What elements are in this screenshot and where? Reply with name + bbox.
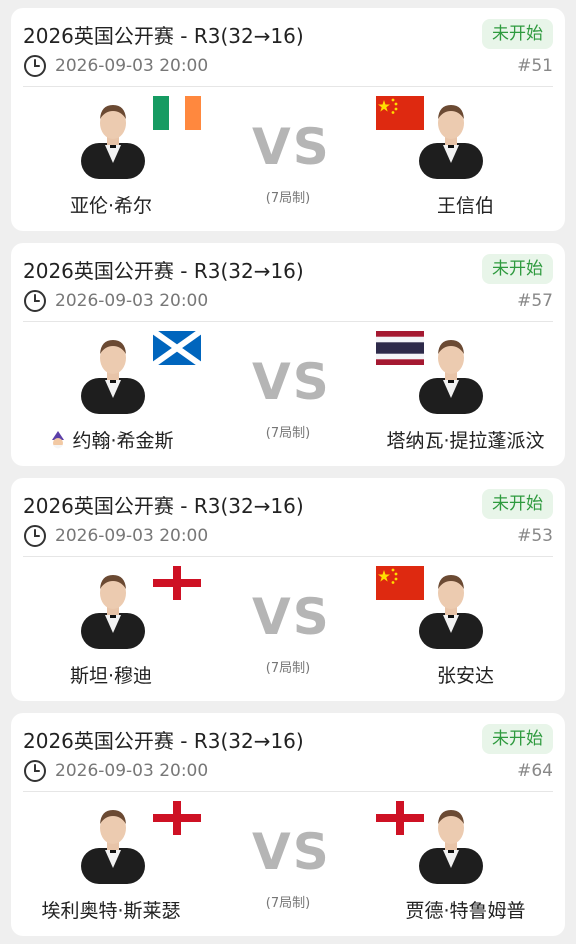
right-player-name[interactable]: 王信伯 xyxy=(366,191,565,218)
match-time: 2026-09-03 20:00 xyxy=(55,291,209,311)
match-card[interactable]: 2026英国公开赛 - R3(32→16) 未开始 2026-09-03 20:… xyxy=(11,713,565,936)
status-badge: 未开始 xyxy=(482,724,553,754)
vs-label: VS xyxy=(252,588,331,646)
right-player-photo[interactable] xyxy=(411,798,491,884)
left-player-name[interactable]: 约翰·希金斯 xyxy=(11,426,211,453)
match-title: 2026英国公开赛 - R3(32→16) xyxy=(23,494,304,518)
status-badge: 未开始 xyxy=(482,489,553,519)
status-badge: 未开始 xyxy=(482,254,553,284)
divider xyxy=(23,86,553,87)
match-title: 2026英国公开赛 - R3(32→16) xyxy=(23,259,304,283)
match-card[interactable]: 2026英国公开赛 - R3(32→16) 未开始 2026-09-03 20:… xyxy=(11,478,565,701)
vs-label: VS xyxy=(252,118,331,176)
match-card[interactable]: 2026英国公开赛 - R3(32→16) 未开始 2026-09-03 20:… xyxy=(11,243,565,466)
match-number: #53 xyxy=(517,526,553,546)
match-number: #57 xyxy=(517,291,553,311)
left-player-photo[interactable] xyxy=(73,798,153,884)
right-player-photo[interactable] xyxy=(411,328,491,414)
right-player-photo[interactable] xyxy=(411,93,491,179)
left-player-name[interactable]: 亚伦·希尔 xyxy=(11,191,211,218)
match-format: (7局制) xyxy=(265,661,311,676)
clock-icon xyxy=(23,759,47,783)
left-player-photo[interactable] xyxy=(73,563,153,649)
match-card[interactable]: 2026英国公开赛 - R3(32→16) 未开始 2026-09-03 20:… xyxy=(11,8,565,231)
left-player-name-text: 斯坦·穆迪 xyxy=(69,665,153,687)
match-number: #64 xyxy=(517,761,553,781)
vs-label: VS xyxy=(252,353,331,411)
divider xyxy=(23,791,553,792)
left-player-photo[interactable] xyxy=(73,328,153,414)
right-player-name[interactable]: 塔纳瓦·提拉蓬派汶 xyxy=(366,426,565,453)
match-title: 2026英国公开赛 - R3(32→16) xyxy=(23,729,304,753)
left-player-photo[interactable] xyxy=(73,93,153,179)
england-flag-icon xyxy=(153,801,201,835)
status-badge: 未开始 xyxy=(482,19,553,49)
match-number: #51 xyxy=(517,56,553,76)
match-time: 2026-09-03 20:00 xyxy=(55,761,209,781)
left-player-name[interactable]: 斯坦·穆迪 xyxy=(11,661,211,688)
scotland-flag-icon xyxy=(153,331,201,365)
england-flag-icon xyxy=(153,566,201,600)
left-player-name[interactable]: 埃利奥特·斯莱瑟 xyxy=(11,896,211,923)
right-player-name[interactable]: 张安达 xyxy=(366,661,565,688)
clock-icon xyxy=(23,524,47,548)
match-format: (7局制) xyxy=(265,426,311,441)
match-format: (7局制) xyxy=(265,896,311,911)
ireland-flag-icon xyxy=(153,96,201,130)
left-player-name-text: 埃利奥特·斯莱瑟 xyxy=(41,900,181,922)
clock-icon xyxy=(23,54,47,78)
divider xyxy=(23,556,553,557)
right-player-photo[interactable] xyxy=(411,563,491,649)
match-title: 2026英国公开赛 - R3(32→16) xyxy=(23,24,304,48)
match-time: 2026-09-03 20:00 xyxy=(55,526,209,546)
match-format: (7局制) xyxy=(265,191,311,206)
left-player-name-text: 亚伦·希尔 xyxy=(69,195,153,217)
vs-label: VS xyxy=(252,823,331,881)
left-player-name-text: 约翰·希金斯 xyxy=(72,430,174,452)
divider xyxy=(23,321,553,322)
match-time: 2026-09-03 20:00 xyxy=(55,56,209,76)
right-player-name[interactable]: 贾德·特鲁姆普 xyxy=(366,896,565,923)
wizard-icon xyxy=(48,430,68,450)
clock-icon xyxy=(23,289,47,313)
